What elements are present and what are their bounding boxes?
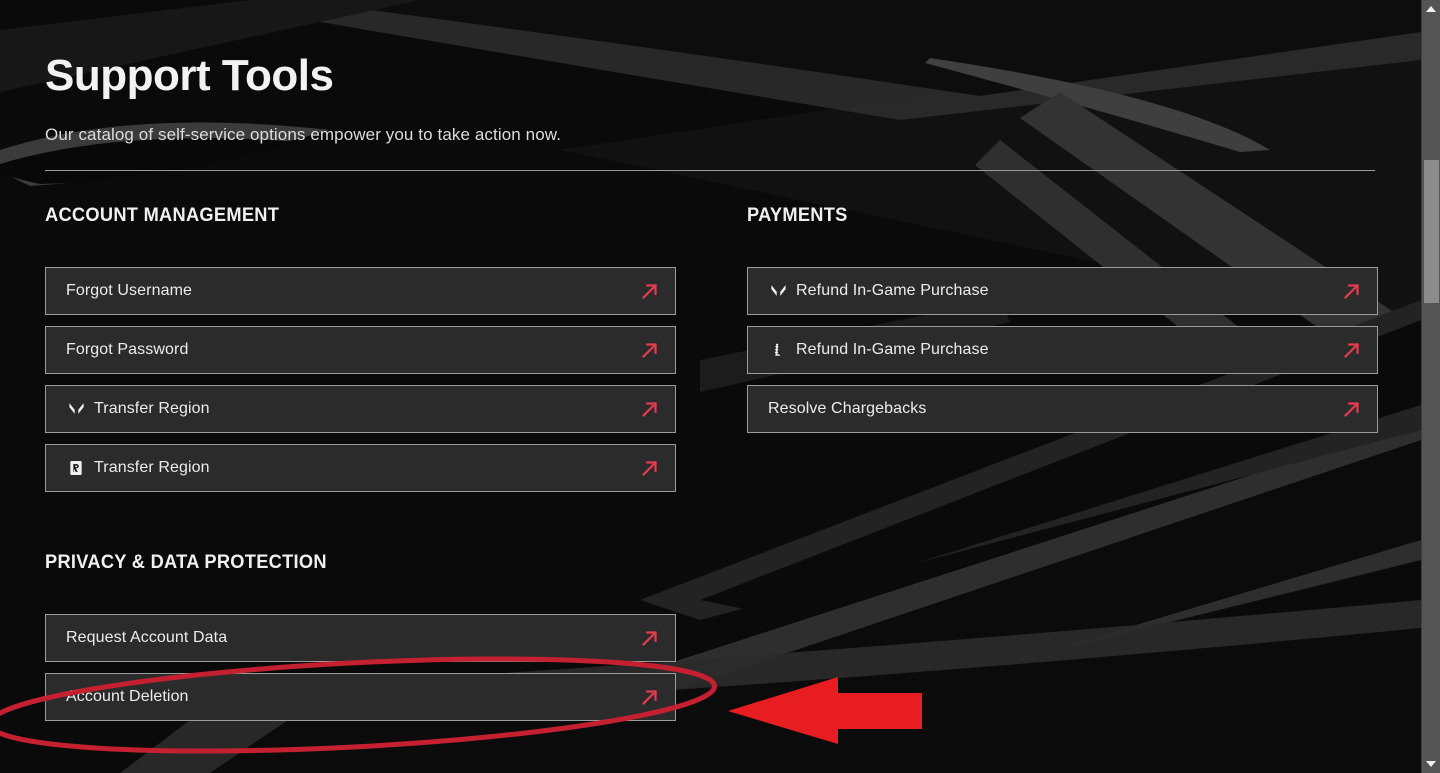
section-privacy-data-protection: PRIVACY & DATA PROTECTION Request Accoun… (45, 552, 676, 721)
section-heading-account-management: ACCOUNT MANAGEMENT (45, 205, 280, 226)
vertical-scrollbar[interactable] (1421, 0, 1440, 773)
tool-label: Request Account Data (66, 629, 228, 646)
tool-label: Account Deletion (66, 688, 189, 705)
external-link-arrow-icon (639, 627, 661, 649)
left-column: ACCOUNT MANAGEMENT Forgot Username Forgo… (45, 205, 676, 739)
tool-button-request-account-data[interactable]: Request Account Data (45, 614, 676, 662)
tool-button-account-deletion[interactable]: Account Deletion (45, 673, 676, 721)
external-link-arrow-icon (639, 457, 661, 479)
section-account-management: ACCOUNT MANAGEMENT Forgot Username Forgo… (45, 205, 676, 492)
page-subtitle: Our catalog of self-service options empo… (45, 125, 562, 144)
section-heading-payments: PAYMENTS (747, 205, 848, 226)
tool-list-payments: Refund In-Game Purchase Refund In-Game P… (747, 267, 1378, 433)
page-content: Support Tools Our catalog of self-servic… (0, 0, 1421, 773)
tool-list-account-management: Forgot Username Forgot Password Transfer… (45, 267, 676, 492)
tool-button-forgot-password[interactable]: Forgot Password (45, 326, 676, 374)
scrollbar-up-button[interactable] (1422, 0, 1440, 18)
tool-button-transfer-region-valorant[interactable]: Transfer Region (45, 385, 676, 433)
external-link-arrow-icon (639, 280, 661, 302)
tool-button-transfer-region-riot[interactable]: Transfer Region (45, 444, 676, 492)
tool-label: Forgot Username (66, 282, 192, 299)
external-link-arrow-icon (639, 398, 661, 420)
tool-button-refund-in-game-purchase-league[interactable]: Refund In-Game Purchase (747, 326, 1378, 374)
tool-button-refund-in-game-purchase-valorant[interactable]: Refund In-Game Purchase (747, 267, 1378, 315)
external-link-arrow-icon (1341, 339, 1363, 361)
valorant-logo-icon (66, 399, 86, 419)
tool-label: Transfer Region (94, 400, 210, 417)
external-link-arrow-icon (1341, 398, 1363, 420)
external-link-arrow-icon (639, 339, 661, 361)
page-title: Support Tools (45, 51, 334, 101)
section-payments: PAYMENTS Refund In-Game Purchase Refund … (747, 205, 1378, 433)
chevron-down-icon (1426, 761, 1436, 767)
tool-label: Refund In-Game Purchase (796, 282, 989, 299)
section-heading-privacy-data-protection: PRIVACY & DATA PROTECTION (45, 552, 327, 573)
tool-button-resolve-chargebacks[interactable]: Resolve Chargebacks (747, 385, 1378, 433)
external-link-arrow-icon (639, 686, 661, 708)
tool-button-forgot-username[interactable]: Forgot Username (45, 267, 676, 315)
scrollbar-down-button[interactable] (1422, 755, 1440, 773)
riot-games-logo-icon (66, 458, 86, 478)
header-divider (45, 170, 1375, 171)
external-link-arrow-icon (1341, 280, 1363, 302)
tool-label: Forgot Password (66, 341, 189, 358)
tool-label: Refund In-Game Purchase (796, 341, 989, 358)
right-column: PAYMENTS Refund In-Game Purchase Refund … (747, 205, 1378, 451)
scrollbar-thumb[interactable] (1424, 160, 1439, 303)
tool-label: Transfer Region (94, 459, 210, 476)
valorant-logo-icon (768, 281, 788, 301)
support-tools-page: Support Tools Our catalog of self-servic… (0, 0, 1421, 773)
tool-list-privacy: Request Account Data Account Deletion (45, 614, 676, 721)
league-of-legends-logo-icon (768, 340, 788, 360)
tool-label: Resolve Chargebacks (768, 400, 927, 417)
chevron-up-icon (1426, 6, 1436, 12)
